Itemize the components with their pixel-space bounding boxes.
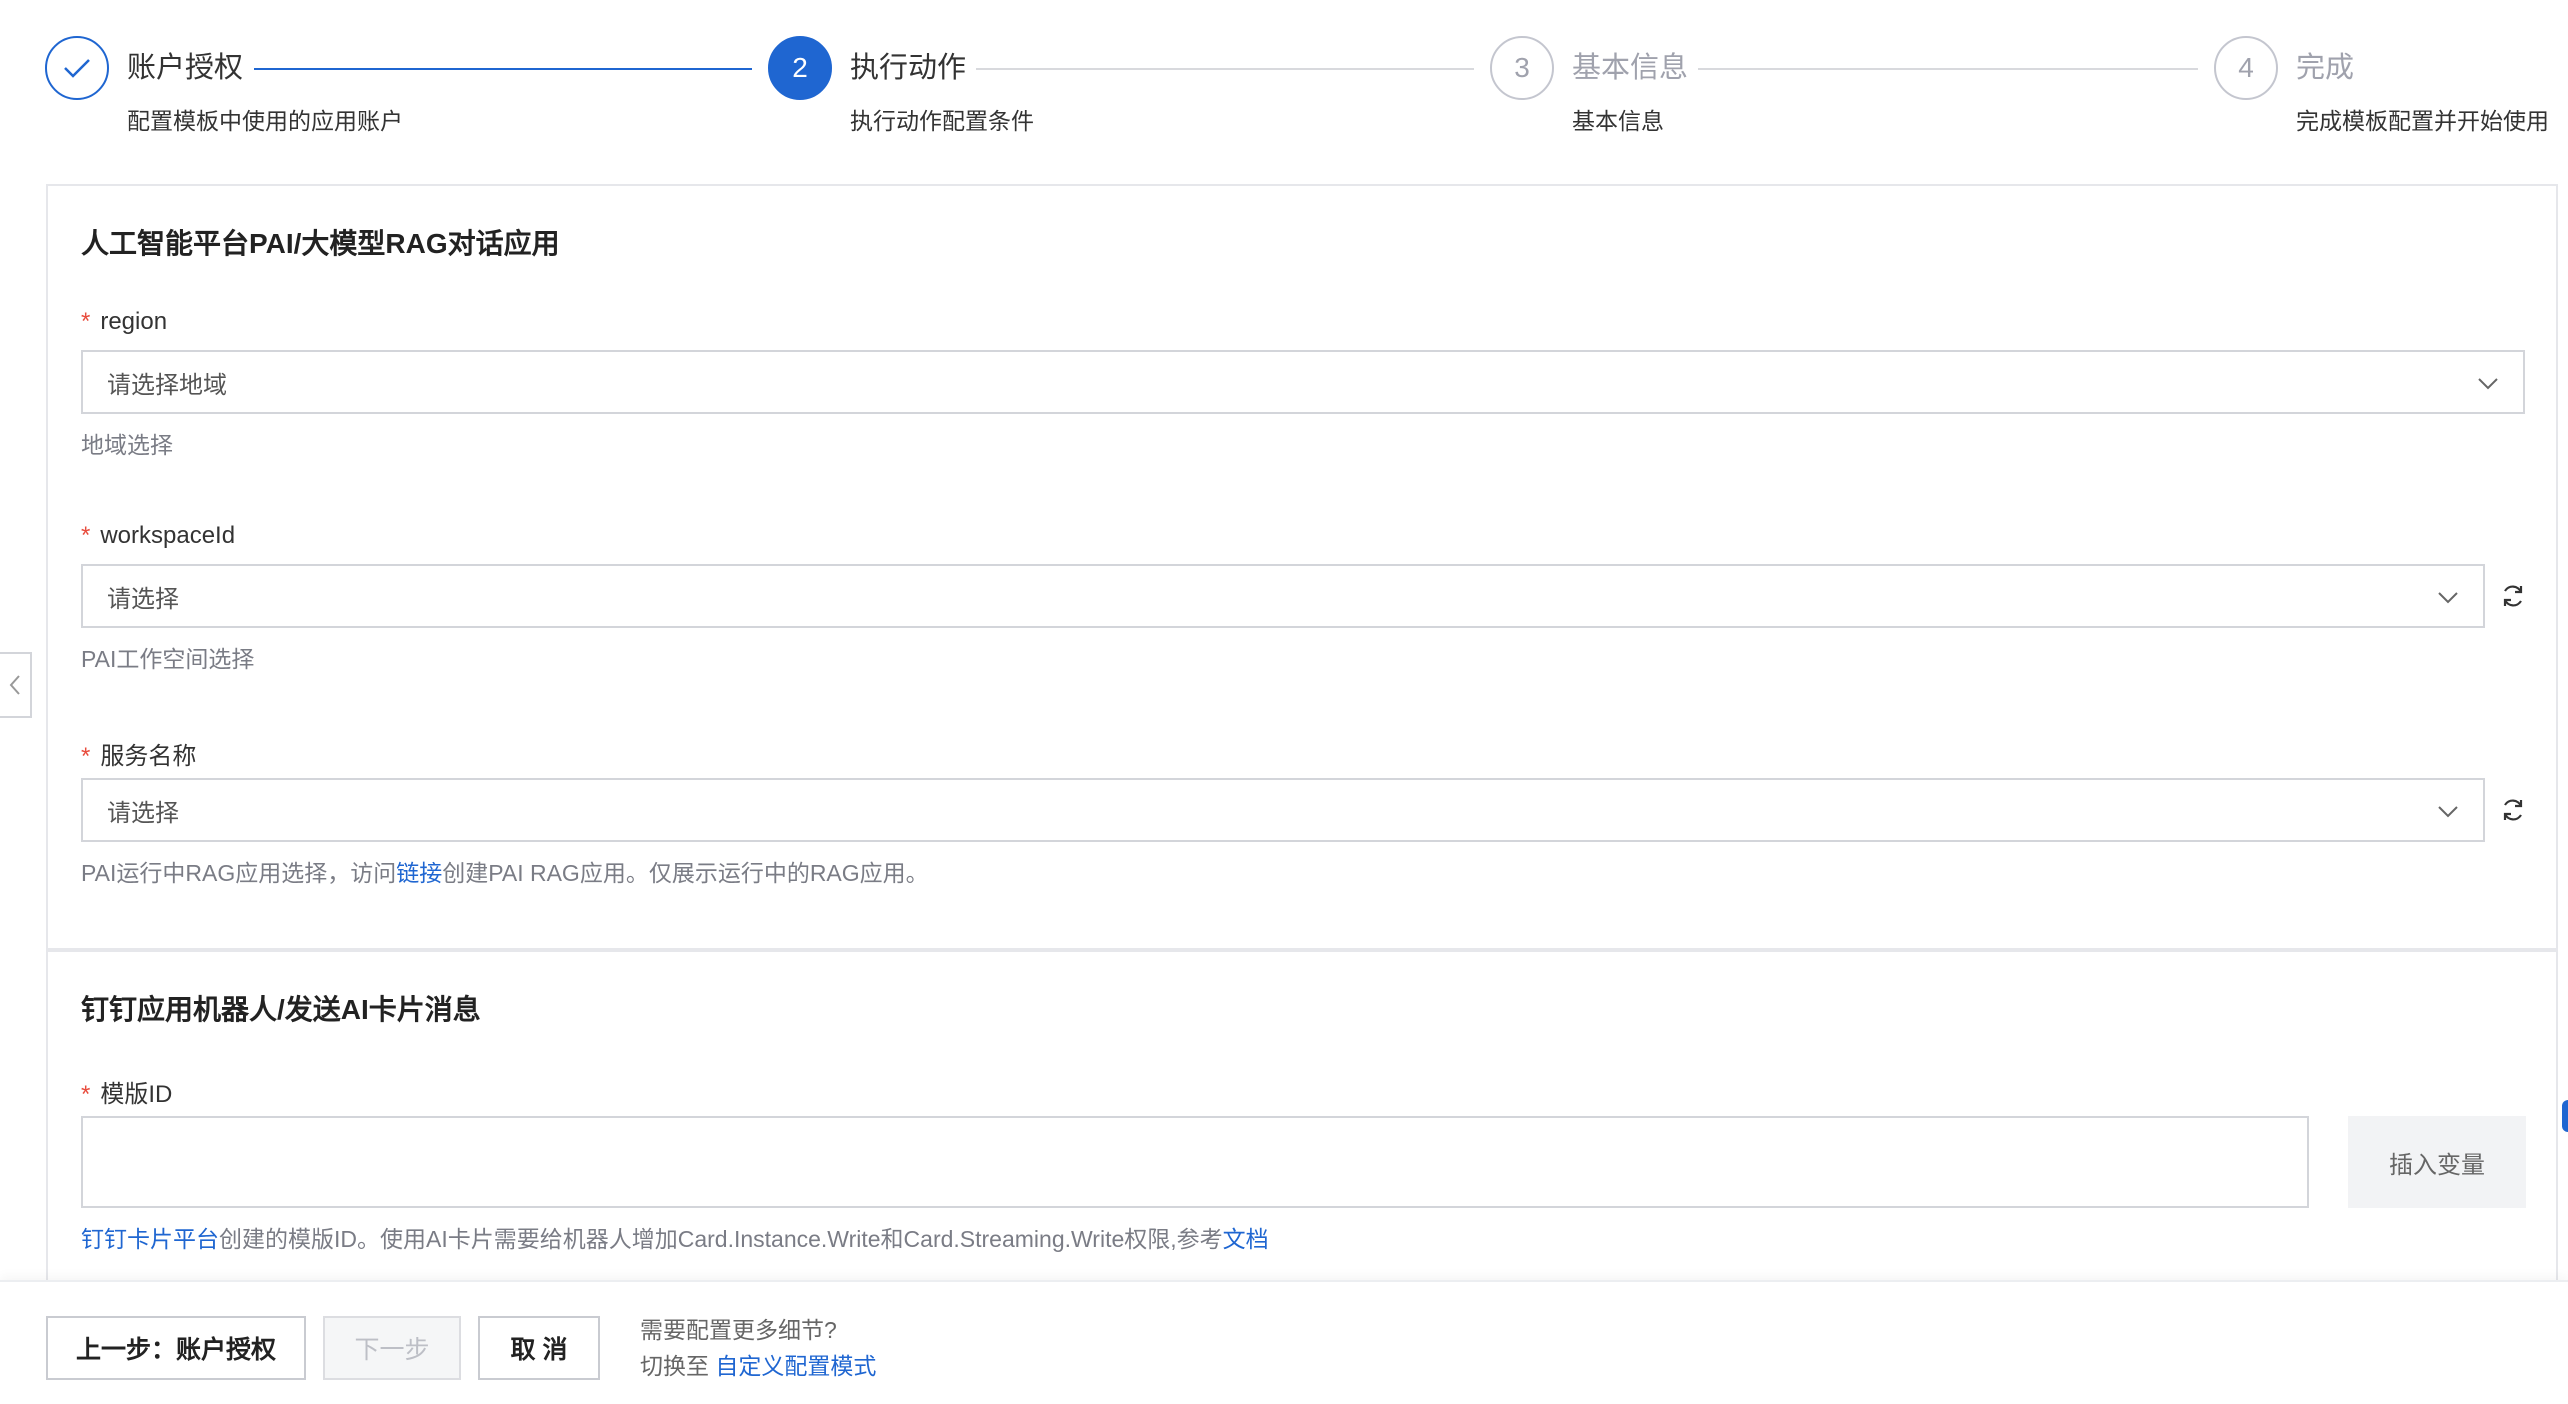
workspace-select-value: 请选择 (107, 585, 179, 613)
step-desc: 配置模板中使用的应用账户 (127, 108, 403, 134)
steps-bar: 账户授权 配置模板中使用的应用账户 2 执行动作 执行动作配置条件 3 基本信息… (0, 0, 2568, 160)
check-icon (45, 36, 109, 100)
step-connector-3 (1698, 68, 2198, 70)
chevron-down-icon (2438, 592, 2458, 604)
step-number: 4 (2214, 36, 2278, 100)
service-select[interactable]: 请选择 (81, 778, 2485, 842)
footer-bar: 上一步：账户授权 下一步 取 消 需要配置更多细节? 切换至 自定义配置模式 (0, 1280, 2568, 1404)
hint-line-2: 切换至 自定义配置模式 (640, 1348, 876, 1384)
step-basic-info[interactable]: 3 基本信息 基本信息 (1490, 36, 1688, 136)
cancel-button[interactable]: 取 消 (478, 1316, 600, 1380)
step-number: 2 (768, 36, 832, 100)
service-label-text: 服务名称 (100, 743, 197, 770)
dingtalk-card-platform-link[interactable]: 钉钉卡片平台 (81, 1226, 219, 1252)
region-label: * region (81, 308, 167, 336)
refresh-icon[interactable] (2498, 795, 2528, 825)
chevron-left-icon (9, 675, 20, 695)
hint-prefix: 切换至 (640, 1353, 709, 1379)
template-id-label-text: 模版ID (100, 1081, 173, 1108)
workspace-label-text: workspaceId (100, 522, 236, 549)
service-help-text-after: 创建PAI RAG应用。仅展示运行中的RAG应用。 (442, 860, 929, 886)
step-desc: 完成模板配置并开始使用 (2296, 108, 2549, 134)
chevron-down-icon (2478, 378, 2498, 390)
step-finish[interactable]: 4 完成 完成模板配置并开始使用 (2214, 36, 2549, 136)
required-mark: * (81, 308, 91, 335)
required-mark: * (81, 1081, 91, 1108)
workspace-label: * workspaceId (81, 522, 235, 550)
refresh-icon[interactable] (2498, 581, 2528, 611)
next-step-button[interactable]: 下一步 (323, 1316, 461, 1380)
collapse-panel-handle[interactable] (0, 652, 32, 718)
step-title: 基本信息 (1572, 52, 1689, 84)
step-title: 账户授权 (127, 52, 244, 84)
hint-line-1: 需要配置更多细节? (640, 1317, 837, 1343)
insert-variable-button[interactable]: 插入变量 (2348, 1116, 2526, 1208)
template-id-input[interactable] (81, 1116, 2309, 1208)
service-help-text: PAI运行中RAG应用选择，访问 (81, 860, 397, 886)
scroll-indicator[interactable] (2562, 1100, 2568, 1132)
step-desc: 基本信息 (1572, 108, 1664, 134)
template-id-help-text: 创建的模版ID。使用AI卡片需要给机器人增加Card.Instance.Writ… (219, 1226, 1223, 1252)
template-id-label: * 模版ID (81, 1074, 172, 1109)
step-execute-action[interactable]: 2 执行动作 执行动作配置条件 (768, 36, 1034, 136)
required-mark: * (81, 743, 91, 770)
section-dingtalk-card: 钉钉应用机器人/发送AI卡片消息 * 模版ID 插入变量 钉钉卡片平台创建的模版I… (46, 950, 2558, 1290)
chevron-down-icon (2438, 806, 2458, 818)
step-title: 完成 (2296, 52, 2355, 84)
page: 账户授权 配置模板中使用的应用账户 2 执行动作 执行动作配置条件 3 基本信息… (0, 0, 2568, 1404)
region-help: 地域选择 (81, 432, 173, 458)
step-account-auth[interactable]: 账户授权 配置模板中使用的应用账户 (45, 36, 403, 136)
region-select-value: 请选择地域 (107, 371, 227, 399)
required-mark: * (81, 522, 91, 549)
region-select[interactable]: 请选择地域 (81, 350, 2525, 414)
template-id-help: 钉钉卡片平台创建的模版ID。使用AI卡片需要给机器人增加Card.Instanc… (81, 1220, 1269, 1254)
rag-create-link[interactable]: 链接 (396, 860, 442, 886)
step-number: 3 (1490, 36, 1554, 100)
service-label: * 服务名称 (81, 736, 196, 771)
custom-config-mode-link[interactable]: 自定义配置模式 (715, 1353, 876, 1379)
custom-mode-hint: 需要配置更多细节? 切换至 自定义配置模式 (640, 1312, 876, 1384)
section-title: 钉钉应用机器人/发送AI卡片消息 (81, 994, 481, 1025)
step-title: 执行动作 (850, 52, 967, 84)
region-label-text: region (100, 308, 168, 335)
prev-step-button[interactable]: 上一步：账户授权 (46, 1316, 306, 1380)
step-connector-2 (976, 68, 1474, 70)
workspace-select[interactable]: 请选择 (81, 564, 2485, 628)
step-desc: 执行动作配置条件 (850, 108, 1034, 134)
service-help: PAI运行中RAG应用选择，访问链接创建PAI RAG应用。仅展示运行中的RAG… (81, 854, 929, 888)
docs-link[interactable]: 文档 (1223, 1226, 1269, 1252)
workspace-help: PAI工作空间选择 (81, 646, 255, 672)
section-title: 人工智能平台PAI/大模型RAG对话应用 (81, 228, 560, 259)
section-pai-rag: 人工智能平台PAI/大模型RAG对话应用 * region 请选择地域 地域选择 … (46, 184, 2558, 950)
service-select-value: 请选择 (107, 799, 179, 827)
